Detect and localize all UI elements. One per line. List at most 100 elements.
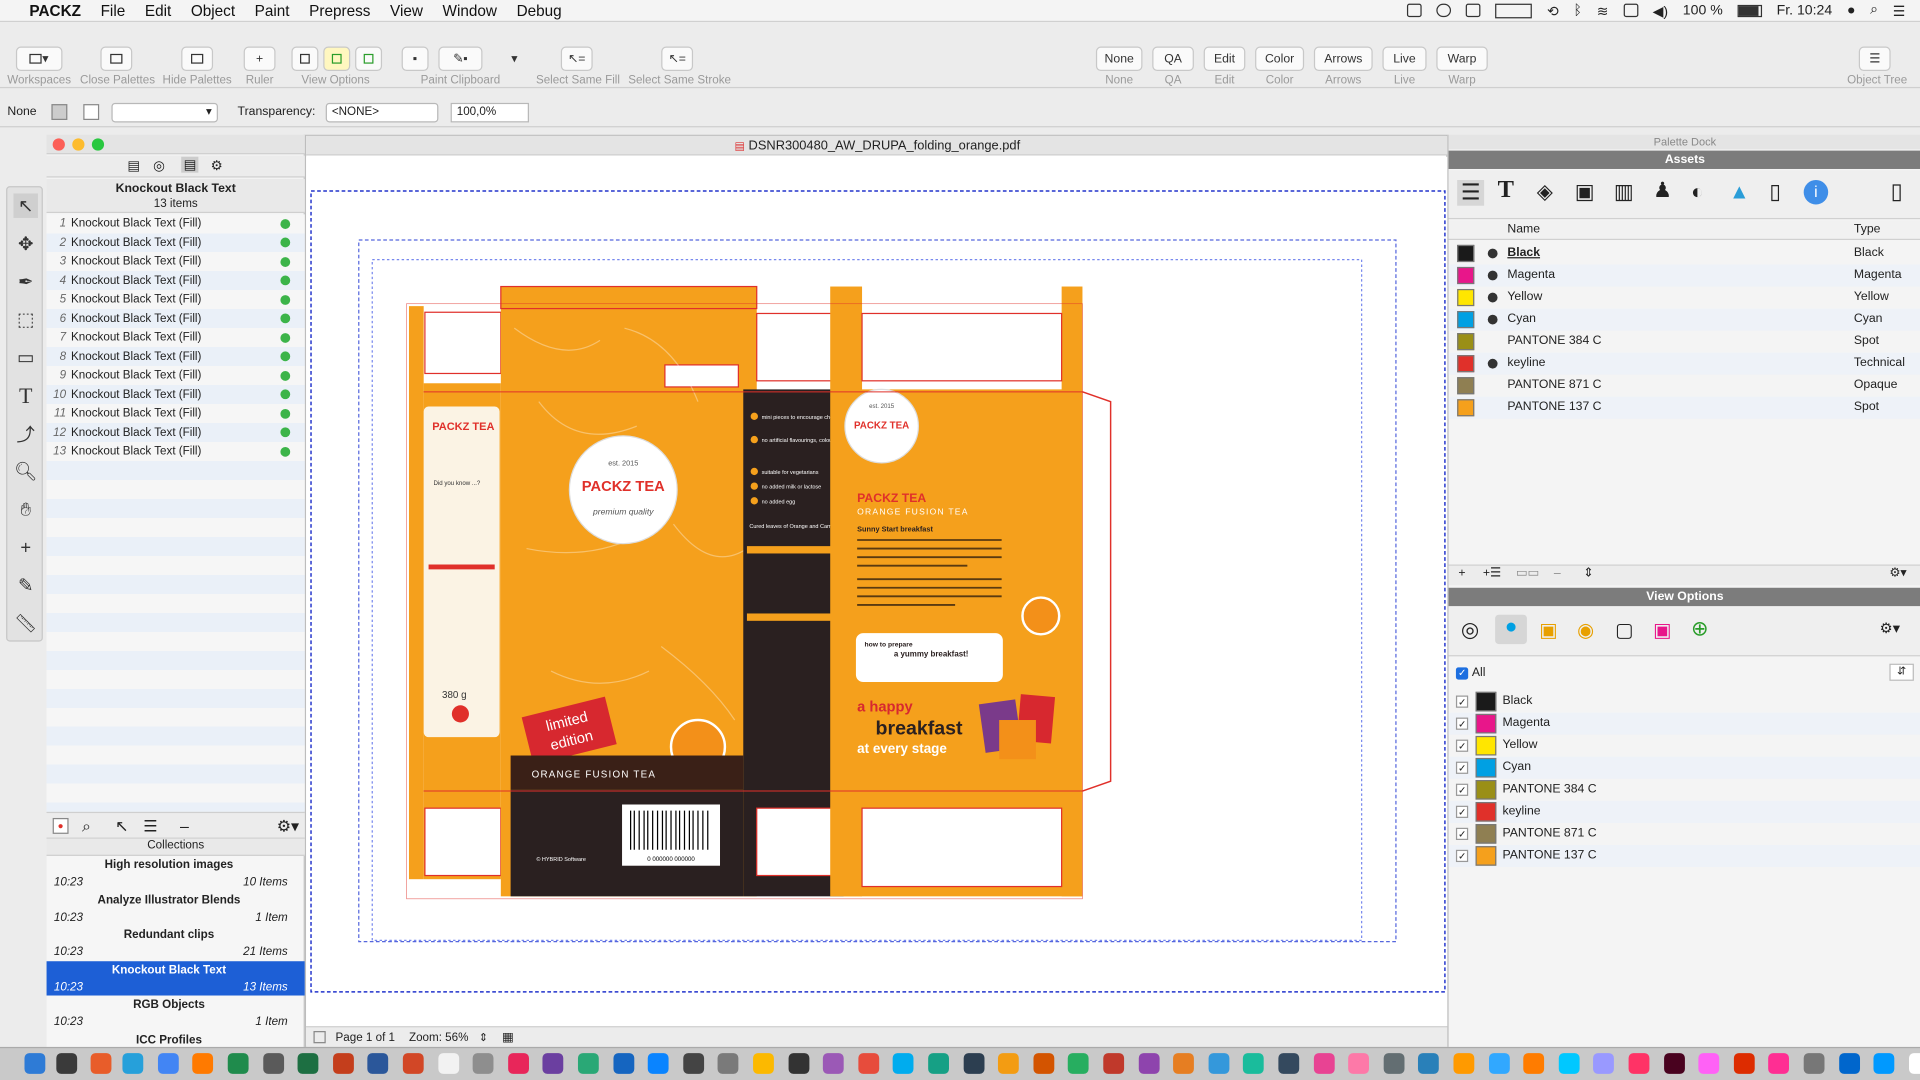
time-machine-icon[interactable]: ⟲: [1547, 2, 1559, 19]
view-option-color-button[interactable]: [323, 46, 351, 72]
preview-view-icon[interactable]: ▢: [1615, 618, 1634, 642]
asset-row[interactable]: Black Black: [1449, 242, 1920, 264]
collection-item[interactable]: RGB Objects 10:23 1 Item: [47, 996, 305, 1031]
dock-app-icon[interactable]: [1418, 1053, 1440, 1074]
swatches-icon[interactable]: ◐: [1691, 180, 1704, 204]
page-icon[interactable]: ▯: [1891, 179, 1903, 205]
merge-icon[interactable]: ⇕: [1583, 567, 1593, 580]
result-row[interactable]: 4 Knockout Black Text (Fill): [47, 271, 305, 290]
separation-row[interactable]: ✓ keyline: [1448, 800, 1920, 823]
pointer-icon[interactable]: ↖: [115, 817, 128, 837]
result-row[interactable]: 3 Knockout Black Text (Fill): [47, 252, 305, 271]
menu-file[interactable]: File: [91, 2, 135, 19]
dock-app-icon[interactable]: [612, 1053, 634, 1074]
collection-item[interactable]: Redundant clips 10:23 21 Items: [47, 926, 305, 961]
object-tree-button[interactable]: ☰: [1858, 46, 1891, 72]
result-row[interactable]: 11 Knockout Black Text (Fill): [47, 404, 305, 423]
artboard-canvas[interactable]: PACKZ TEA Did you know ...? 380 g est. 2…: [306, 156, 1449, 1027]
bluetooth-icon[interactable]: ᛒ: [1574, 3, 1582, 18]
dock-app-icon[interactable]: [717, 1053, 739, 1074]
menu-prepress[interactable]: Prepress: [299, 2, 380, 19]
dock-app-icon[interactable]: [893, 1053, 914, 1074]
dock-app-icon[interactable]: [1208, 1053, 1230, 1074]
list-view-icon[interactable]: ☰: [1457, 180, 1485, 206]
grid-toggle-icon[interactable]: ▦: [502, 1027, 514, 1048]
barcode-icon[interactable]: ▥: [1614, 180, 1634, 204]
dock-app-icon[interactable]: [122, 1053, 144, 1074]
separation-checkbox[interactable]: ✓: [1455, 739, 1469, 752]
notification-center-icon[interactable]: ☰: [1893, 2, 1906, 19]
dock-app-icon[interactable]: [577, 1053, 599, 1074]
result-row[interactable]: 1 Knockout Black Text (Fill): [47, 214, 305, 233]
eyedropper-tool-icon[interactable]: ✎: [13, 573, 37, 597]
wifi-icon[interactable]: ≋: [1597, 2, 1609, 19]
asset-row[interactable]: Yellow Yellow: [1449, 287, 1920, 309]
result-row[interactable]: 10 Knockout Black Text (Fill): [47, 385, 305, 404]
spotlight-icon[interactable]: ⌕: [1870, 2, 1878, 18]
dock-app-icon[interactable]: [1558, 1053, 1580, 1074]
dock-app-icon[interactable]: [1103, 1053, 1124, 1074]
close-palettes-button[interactable]: [100, 46, 133, 72]
hand-tool-icon[interactable]: ✋︎: [13, 497, 37, 521]
settings-tab-icon[interactable]: ⚙: [211, 158, 223, 174]
all-checkbox[interactable]: ✓: [1455, 667, 1469, 680]
dock-app-icon[interactable]: [227, 1053, 249, 1074]
dock-app-icon[interactable]: [1348, 1053, 1370, 1074]
mode-none-button[interactable]: None: [1095, 46, 1143, 72]
cloud-icon[interactable]: [1436, 3, 1452, 18]
dock-app-icon[interactable]: [1068, 1053, 1089, 1074]
asset-row[interactable]: PANTONE 137 C Spot: [1448, 396, 1920, 419]
outline-view-icon[interactable]: ◎: [1461, 618, 1479, 642]
direct-select-tool-icon[interactable]: ⬚: [13, 307, 37, 331]
zoom-stepper-icon[interactable]: ⇕: [479, 1027, 488, 1048]
dock-app-icon[interactable]: [542, 1053, 564, 1074]
collection-item[interactable]: Knockout Black Text 10:23 13 Items: [46, 960, 305, 996]
dock-app-icon[interactable]: [1768, 1053, 1790, 1074]
menu-view[interactable]: View: [380, 2, 433, 19]
dock-app-icon[interactable]: [1873, 1053, 1895, 1074]
status-icon[interactable]: [1466, 3, 1481, 18]
separation-row[interactable]: ✓ PANTONE 871 C: [1449, 823, 1920, 845]
dock-app-icon[interactable]: [56, 1053, 77, 1074]
separation-checkbox[interactable]: ✓: [1455, 827, 1469, 841]
add-list-icon[interactable]: +☰: [1483, 567, 1501, 580]
result-row[interactable]: 5 Knockout Black Text (Fill): [47, 290, 305, 309]
dock-app-icon[interactable]: [822, 1053, 844, 1074]
separation-checkbox[interactable]: ✓: [1455, 849, 1469, 863]
dock-app-icon[interactable]: [1138, 1053, 1159, 1074]
dock-app-icon[interactable]: [787, 1053, 809, 1074]
dock-app-icon[interactable]: [91, 1053, 112, 1074]
mode-warp-button[interactable]: Warp: [1436, 46, 1488, 72]
overprint-view-icon[interactable]: ◉: [1577, 618, 1594, 642]
result-row[interactable]: 13 Knockout Black Text (Fill): [47, 442, 305, 461]
dock-app-icon[interactable]: [192, 1053, 214, 1074]
add-asset-icon[interactable]: +: [1458, 567, 1465, 580]
mode-color-button[interactable]: Color: [1255, 46, 1305, 72]
collection-item[interactable]: High resolution images 10:23 10 Items: [47, 856, 305, 891]
asset-row[interactable]: Cyan Cyan: [1448, 308, 1920, 331]
dock-app-icon[interactable]: [262, 1053, 284, 1074]
result-row[interactable]: 6 Knockout Black Text (Fill): [47, 309, 305, 328]
delete-asset-icon[interactable]: –: [1554, 567, 1561, 580]
dropbox-icon[interactable]: [1407, 3, 1423, 18]
dock-app-icon[interactable]: [1908, 1053, 1920, 1074]
view-gear-icon[interactable]: ⚙▾: [1880, 620, 1901, 637]
dock-app-icon[interactable]: [437, 1053, 459, 1074]
separation-checkbox[interactable]: ✓: [1455, 783, 1469, 796]
mode-arrows-button[interactable]: Arrows: [1313, 46, 1373, 72]
view-option-outline-button[interactable]: [291, 46, 319, 72]
collection-item[interactable]: Analyze Illustrator Blends 10:23 1 Item: [47, 891, 305, 926]
person-icon[interactable]: ♟: [1653, 179, 1672, 203]
separation-row[interactable]: ✓ PANTONE 384 C: [1449, 779, 1920, 801]
view-option-preview-button[interactable]: [355, 46, 383, 72]
display-icon[interactable]: [1495, 3, 1533, 18]
mode-edit-button[interactable]: Edit: [1203, 46, 1246, 72]
workspaces-button[interactable]: ▾: [15, 46, 63, 72]
separation-checkbox[interactable]: ✓: [1455, 805, 1469, 818]
inspector-tab-icon[interactable]: ◎: [153, 158, 165, 174]
asset-row[interactable]: keyline Technical: [1448, 352, 1920, 375]
remove-icon[interactable]: –: [180, 817, 189, 835]
dock-app-icon[interactable]: [402, 1053, 424, 1074]
record-icon[interactable]: ●: [52, 817, 69, 834]
menu-paint[interactable]: Paint: [245, 2, 299, 19]
